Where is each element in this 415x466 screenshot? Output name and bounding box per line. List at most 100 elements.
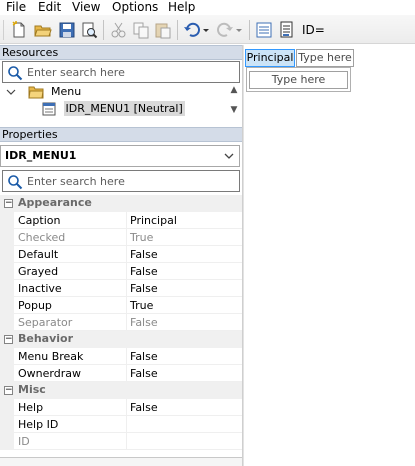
resource-symbols-icon[interactable] xyxy=(278,21,296,39)
property-grid: − Appearance Caption Principal Checked T… xyxy=(0,195,243,460)
row-gutter xyxy=(0,314,14,331)
row-gutter xyxy=(0,399,14,416)
collapse-icon[interactable]: − xyxy=(4,199,13,208)
properties-search[interactable] xyxy=(2,170,240,192)
menu-help[interactable]: Help xyxy=(168,0,195,15)
menu-view[interactable]: View xyxy=(72,0,100,15)
property-value[interactable]: False xyxy=(130,282,158,295)
object-selector[interactable]: IDR_MENU1 xyxy=(0,145,240,167)
property-row-menu-break[interactable]: Menu Break False xyxy=(0,348,243,365)
column-divider xyxy=(126,212,127,229)
property-row-ownerdraw[interactable]: Ownerdraw False xyxy=(0,365,243,382)
category-behavior[interactable]: − Behavior xyxy=(0,331,243,348)
menu-editor-canvas xyxy=(244,45,415,466)
row-gutter xyxy=(0,297,14,314)
property-value[interactable]: Principal xyxy=(130,214,177,227)
property-row-checked[interactable]: Checked True xyxy=(0,229,243,246)
redo-icon[interactable] xyxy=(216,21,234,39)
object-selector-value: IDR_MENU1 xyxy=(5,149,77,162)
undo-icon[interactable] xyxy=(183,21,201,39)
resources-search-input[interactable] xyxy=(27,64,227,80)
property-row-popup[interactable]: Popup True xyxy=(0,297,243,314)
property-value[interactable]: True xyxy=(130,231,153,244)
toolbar-separator xyxy=(103,20,104,40)
scroll-up-icon[interactable]: ▲ xyxy=(229,85,239,95)
property-row-default[interactable]: Default False xyxy=(0,246,243,263)
undo-dropdown-icon[interactable] xyxy=(201,21,211,39)
column-divider xyxy=(126,246,127,263)
property-name: Separator xyxy=(18,316,73,329)
cut-icon[interactable] xyxy=(110,21,128,39)
new-file-icon[interactable] xyxy=(10,21,28,39)
category-appearance[interactable]: − Appearance xyxy=(0,195,243,212)
category-misc[interactable]: − Misc xyxy=(0,382,243,399)
tree-item-menu[interactable]: Menu xyxy=(6,83,81,100)
save-icon[interactable] xyxy=(58,21,76,39)
row-gutter xyxy=(0,246,14,263)
submenu-dropdown: Type here xyxy=(246,67,351,92)
open-folder-icon[interactable] xyxy=(34,21,52,39)
menu-resource-icon xyxy=(42,100,60,117)
column-divider xyxy=(126,229,127,246)
property-row-grayed[interactable]: Grayed False xyxy=(0,263,243,280)
property-description-pane xyxy=(0,457,243,466)
property-name: Popup xyxy=(18,299,52,312)
collapse-icon[interactable]: − xyxy=(4,386,13,395)
chevron-down-icon[interactable] xyxy=(6,83,18,100)
property-name: Ownerdraw xyxy=(18,367,81,380)
properties-search-input[interactable] xyxy=(27,173,227,189)
collapse-icon[interactable]: − xyxy=(4,335,13,344)
property-value[interactable]: True xyxy=(130,299,153,312)
property-row-inactive[interactable]: Inactive False xyxy=(0,280,243,297)
row-gutter xyxy=(0,416,14,433)
property-row-id[interactable]: ID xyxy=(0,433,243,450)
property-name: ID xyxy=(18,435,30,448)
property-name: Help ID xyxy=(18,418,59,431)
copy-icon[interactable] xyxy=(132,21,150,39)
chevron-down-icon[interactable] xyxy=(223,150,235,162)
column-divider xyxy=(126,263,127,280)
toolbar-separator xyxy=(177,20,178,40)
column-divider xyxy=(126,416,127,433)
property-row-separator[interactable]: Separator False xyxy=(0,314,243,331)
property-row-help[interactable]: Help False xyxy=(0,399,243,416)
property-value[interactable]: False xyxy=(130,401,158,414)
property-name: Caption xyxy=(18,214,61,227)
redo-dropdown-icon[interactable] xyxy=(234,21,244,39)
property-value[interactable]: False xyxy=(130,316,158,329)
column-divider xyxy=(126,365,127,382)
paste-icon[interactable] xyxy=(154,21,172,39)
column-divider xyxy=(126,297,127,314)
property-value[interactable]: False xyxy=(130,265,158,278)
property-row-help-id[interactable]: Help ID xyxy=(0,416,243,433)
menu-options[interactable]: Options xyxy=(112,0,158,15)
menu-file[interactable]: File xyxy=(6,0,26,15)
row-gutter xyxy=(0,365,14,382)
toolbar-grip xyxy=(3,20,4,40)
menubar: File Edit View Options Help xyxy=(0,0,415,15)
property-name: Default xyxy=(18,248,59,261)
search-icon xyxy=(7,174,23,190)
row-gutter xyxy=(0,348,14,365)
menu-item-principal[interactable]: Principal xyxy=(245,49,295,67)
property-value[interactable]: False xyxy=(130,350,158,363)
property-value[interactable]: False xyxy=(130,248,158,261)
row-gutter xyxy=(0,212,14,229)
property-row-caption[interactable]: Caption Principal xyxy=(0,212,243,229)
category-label: Misc xyxy=(18,383,46,396)
scroll-down-icon[interactable]: ▼ xyxy=(229,105,239,115)
print-preview-icon[interactable] xyxy=(80,21,98,39)
row-gutter xyxy=(0,280,14,297)
property-value[interactable]: False xyxy=(130,367,158,380)
row-gutter xyxy=(0,263,14,280)
id-label: ID= xyxy=(302,23,325,37)
properties-header: Properties xyxy=(0,127,243,142)
column-divider xyxy=(126,399,127,416)
menu-edit[interactable]: Edit xyxy=(38,0,61,15)
resources-search[interactable] xyxy=(2,61,240,83)
row-gutter xyxy=(0,433,14,450)
submenu-item-type-here[interactable]: Type here xyxy=(249,71,348,89)
properties-icon[interactable] xyxy=(255,21,273,39)
menu-item-type-here[interactable]: Type here xyxy=(296,49,354,67)
tree-item-idr-menu1[interactable]: IDR_MENU1 [Neutral] xyxy=(42,100,185,117)
